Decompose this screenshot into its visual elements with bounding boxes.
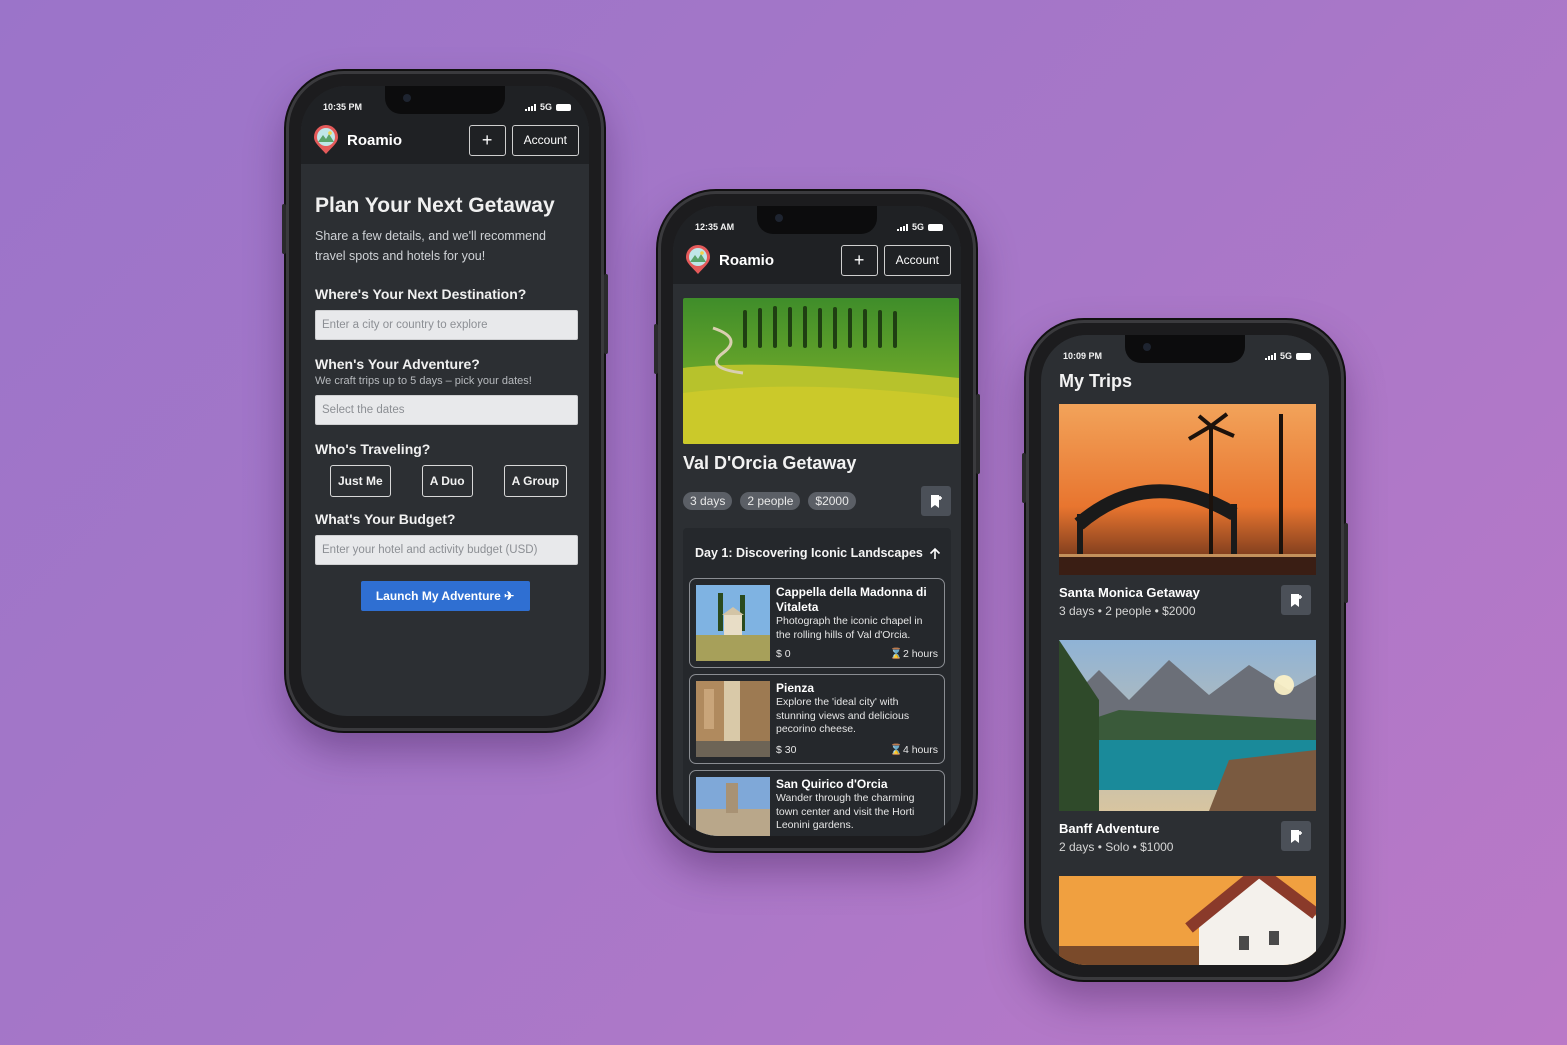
- dates-label: When's Your Adventure?: [315, 356, 480, 372]
- trip-image[interactable]: [1059, 640, 1316, 811]
- brand-name: Roamio: [719, 251, 775, 269]
- traveler-group-button[interactable]: A Group: [503, 465, 568, 497]
- add-trip-button[interactable]: +: [840, 244, 878, 276]
- trip-screen: 12:35 AM 5G Roamio + Account Val D'Orcia…: [673, 206, 961, 836]
- trip-image[interactable]: [1059, 404, 1316, 575]
- bookmark-icon: [1290, 593, 1302, 607]
- activity-duration: ⌛4 hours: [889, 743, 938, 756]
- trip-chips: 3 days 2 people $2000: [683, 486, 951, 516]
- activity-desc: Photograph the iconic chapel in the roll…: [776, 615, 923, 641]
- signal-icon: [524, 103, 536, 111]
- account-button[interactable]: Account: [883, 244, 951, 276]
- chip-budget: $2000: [808, 492, 856, 510]
- bookmark-add-icon: [930, 494, 942, 508]
- chip-people: 2 people: [740, 492, 801, 510]
- roamio-logo-icon: [683, 245, 713, 275]
- network-label: 5G: [911, 222, 924, 232]
- trip-meta: 2 days • Solo • $1000: [1059, 840, 1174, 854]
- plan-screen: 10:35 PM 5G Roamio + Account Plan Your N…: [301, 86, 589, 716]
- activity-card[interactable]: Cappella della Madonna di Vitaleta Photo…: [689, 578, 945, 668]
- dates-input[interactable]: Select the dates: [315, 395, 578, 425]
- traveler-duo-button[interactable]: A Duo: [421, 465, 473, 497]
- trip-meta: 3 days • 2 people • $2000: [1059, 604, 1196, 618]
- bookmark-button[interactable]: [1281, 821, 1311, 851]
- bookmark-add-button[interactable]: [921, 486, 951, 516]
- battery-icon: [928, 223, 943, 231]
- launch-adventure-button[interactable]: Launch My Adventure ✈: [360, 581, 530, 611]
- trips-list: My Trips Santa Monica Getaway 3 days • 2…: [1041, 365, 1329, 965]
- activity-desc: Explore the 'ideal city' with stunning v…: [776, 696, 910, 735]
- page-title: Plan Your Next Getaway: [315, 194, 555, 217]
- page-subtitle: Share a few details, and we'll recommend…: [315, 229, 546, 263]
- activity-image: [696, 681, 770, 757]
- traveler-just-me-button[interactable]: Just Me: [330, 465, 391, 497]
- camera: [403, 94, 411, 102]
- phone-plan: 10:35 PM 5G Roamio + Account Plan Your N…: [282, 71, 608, 731]
- activity-image: [696, 585, 770, 661]
- itinerary-panel: Day 1: Discovering Iconic Landscapes Cap…: [683, 528, 951, 836]
- trip-name[interactable]: Santa Monica Getaway: [1059, 585, 1200, 600]
- signal-icon: [1264, 352, 1276, 360]
- add-trip-button[interactable]: +: [468, 124, 506, 156]
- budget-input[interactable]: Enter your hotel and activity budget (US…: [315, 535, 578, 565]
- day-title: Day 1: Discovering Iconic Landscapes: [695, 546, 923, 560]
- dates-hint: We craft trips up to 5 days – pick your …: [315, 375, 532, 387]
- app-header: Roamio + Account: [301, 116, 589, 164]
- arrow-up-icon: [929, 547, 940, 559]
- signal-icon: [896, 223, 908, 231]
- plan-form: Plan Your Next Getaway Share a few detai…: [301, 164, 589, 611]
- travelers-label: Who's Traveling?: [315, 441, 431, 457]
- activity-name: San Quirico d'Orcia: [776, 777, 888, 791]
- bookmark-icon: [1290, 829, 1302, 843]
- notch: [1125, 335, 1245, 363]
- trip-hero-image: [683, 298, 959, 444]
- trip-row: Santa Monica Getaway 3 days • 2 people •…: [1059, 585, 1311, 618]
- bookmark-button[interactable]: [1281, 585, 1311, 615]
- account-button[interactable]: Account: [511, 124, 579, 156]
- trip-image[interactable]: [1059, 876, 1316, 965]
- budget-label: What's Your Budget?: [315, 511, 456, 527]
- status-time: 10:35 PM: [323, 102, 363, 112]
- camera: [1143, 343, 1151, 351]
- my-trips-screen: 10:09 PM 5G My Trips Santa Monica Getawa…: [1041, 335, 1329, 965]
- activity-name: Pienza: [776, 681, 815, 695]
- phone-my-trips: 10:09 PM 5G My Trips Santa Monica Getawa…: [1022, 320, 1348, 980]
- roamio-logo-icon: [311, 125, 341, 155]
- status-time: 12:35 AM: [695, 222, 735, 232]
- phone-trip: 12:35 AM 5G Roamio + Account Val D'Orcia…: [654, 191, 980, 851]
- status-time: 10:09 PM: [1063, 351, 1103, 361]
- battery-icon: [1296, 352, 1311, 360]
- trip-title: Val D'Orcia Getaway: [683, 453, 857, 473]
- activity-card[interactable]: Pienza Explore the 'ideal city' with stu…: [689, 674, 945, 764]
- notch: [385, 86, 505, 114]
- network-label: 5G: [1279, 351, 1292, 361]
- trip-row: Banff Adventure 2 days • Solo • $1000: [1059, 821, 1311, 854]
- trip-detail: Val D'Orcia Getaway 3 days 2 people $200…: [673, 284, 961, 836]
- destination-input[interactable]: Enter a city or country to explore: [315, 310, 578, 340]
- notch: [757, 206, 877, 234]
- camera: [775, 214, 783, 222]
- activity-card[interactable]: San Quirico d'Orcia Wander through the c…: [689, 770, 945, 836]
- page-title: My Trips: [1059, 371, 1133, 391]
- network-label: 5G: [539, 102, 552, 112]
- destination-label: Where's Your Next Destination?: [315, 286, 527, 302]
- battery-icon: [556, 103, 571, 111]
- app-header: Roamio + Account: [673, 236, 961, 284]
- activity-name: Cappella della Madonna di Vitaleta: [776, 585, 927, 614]
- activity-cost: $ 30: [776, 743, 797, 756]
- brand-name: Roamio: [347, 131, 403, 149]
- activity-cost: $ 0: [776, 647, 791, 660]
- traveler-options: Just Me A Duo A Group: [315, 465, 575, 497]
- activity-image: [696, 777, 770, 836]
- day-header[interactable]: Day 1: Discovering Iconic Landscapes: [689, 528, 945, 578]
- chip-days: 3 days: [683, 492, 733, 510]
- activity-duration: ⌛2 hours: [889, 647, 938, 660]
- trip-name[interactable]: Banff Adventure: [1059, 821, 1173, 836]
- activity-desc: Wander through the charming town center …: [776, 792, 915, 831]
